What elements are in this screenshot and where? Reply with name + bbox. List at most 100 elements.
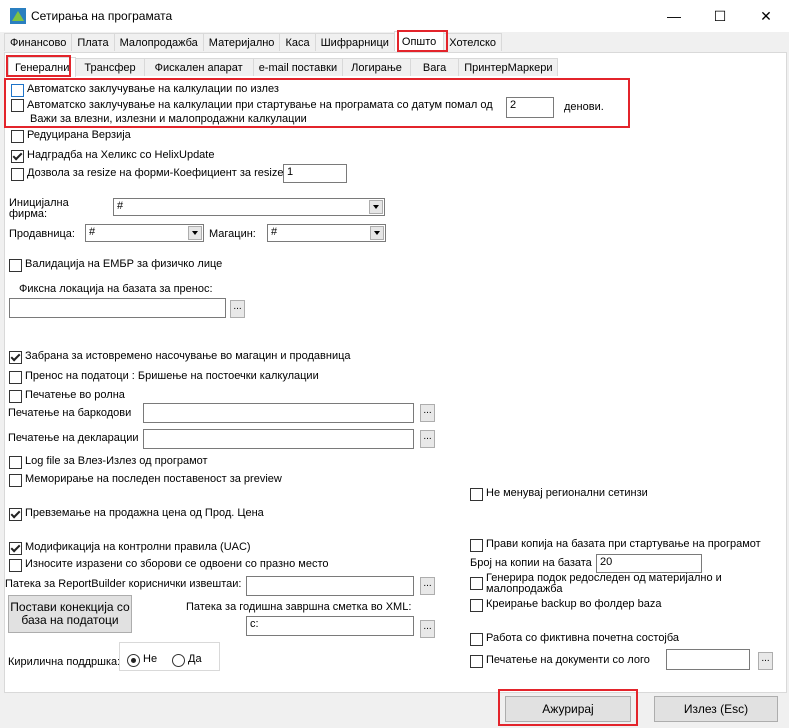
days-label: денови. bbox=[564, 101, 604, 113]
initial-company-select[interactable]: # bbox=[113, 198, 385, 216]
print-logo-input[interactable] bbox=[666, 649, 750, 670]
memorize-preview-checkbox[interactable] bbox=[9, 474, 22, 487]
tab-maloprodazba[interactable]: Малопродажба bbox=[113, 33, 204, 51]
print-logo-label: Печатење на документи со лого bbox=[486, 654, 650, 666]
tab-kasa[interactable]: Каса bbox=[279, 33, 316, 51]
warehouse-select[interactable]: # bbox=[267, 224, 386, 242]
warehouse-value: # bbox=[271, 226, 278, 238]
report-builder-input[interactable] bbox=[246, 576, 414, 596]
cyrillic-no-label: Не bbox=[143, 653, 158, 665]
subtab-logiranje[interactable]: Логирање bbox=[342, 58, 411, 76]
highlight-opsto bbox=[397, 30, 448, 52]
barcode-print-label: Печатење на баркодови bbox=[8, 407, 132, 419]
title-bar: Сетирања на програмата — ☐ ✕ bbox=[0, 0, 789, 32]
maximize-button[interactable]: ☐ bbox=[697, 0, 743, 32]
backup-folder-checkbox[interactable] bbox=[470, 599, 483, 612]
cyrillic-no-radio[interactable] bbox=[127, 654, 140, 667]
transfer-delete-checkbox[interactable] bbox=[9, 371, 22, 384]
connection-button[interactable]: Постави конекција со база на податоци bbox=[8, 595, 132, 633]
embr-label: Валидација на ЕМБР за физичко лице bbox=[25, 258, 223, 270]
minimize-icon: — bbox=[667, 8, 681, 24]
fixed-location-label: Фиксна локација на базата за пренос: bbox=[19, 283, 213, 295]
applies-note: Важи за влезни, излезни и малопродажни к… bbox=[30, 113, 307, 125]
generate-order-label: Генерира подок редоследен од материјално… bbox=[486, 572, 722, 595]
subtab-printer[interactable]: ПринтерМаркери bbox=[458, 58, 559, 76]
close-button[interactable]: ✕ bbox=[743, 0, 789, 32]
maximize-icon: ☐ bbox=[713, 7, 727, 24]
year-end-path-input[interactable]: c: bbox=[246, 616, 414, 636]
report-builder-browse-button[interactable]: ... bbox=[420, 577, 435, 595]
auto-close-label: Автоматско заклучување на калкулации по … bbox=[27, 83, 279, 95]
tab-materijalno[interactable]: Материјално bbox=[202, 33, 281, 51]
chevron-down-icon bbox=[369, 200, 383, 214]
declaration-print-browse-button[interactable]: ... bbox=[420, 430, 435, 448]
chevron-down-icon bbox=[370, 226, 384, 240]
barcode-print-browse-button[interactable]: ... bbox=[420, 404, 435, 422]
take-sale-price-label: Превземање на продажна цена од Прод. Цен… bbox=[25, 507, 264, 519]
log-file-checkbox[interactable] bbox=[9, 456, 22, 469]
print-logo-browse-button[interactable]: ... bbox=[758, 652, 773, 670]
settings-window: Сетирања на програмата — ☐ ✕ Финансово П… bbox=[0, 0, 789, 728]
year-end-path-browse-button[interactable]: ... bbox=[420, 620, 435, 638]
print-logo-checkbox[interactable] bbox=[470, 655, 483, 668]
minimize-button[interactable]: — bbox=[651, 0, 697, 32]
embr-checkbox[interactable] bbox=[9, 259, 22, 272]
declaration-print-label: Печатење на декларации bbox=[8, 432, 139, 444]
chevron-down-icon bbox=[188, 226, 202, 240]
resize-input[interactable]: 1 bbox=[283, 164, 347, 183]
fictive-state-checkbox[interactable] bbox=[470, 633, 483, 646]
generate-order-checkbox[interactable] bbox=[470, 577, 483, 590]
sub-tabs: Генерални Трансфер Фискален апарат e-mai… bbox=[8, 57, 559, 78]
db-copies-input[interactable]: 20 bbox=[596, 554, 702, 573]
barcode-print-input[interactable] bbox=[143, 403, 414, 423]
uac-checkbox[interactable] bbox=[9, 542, 22, 555]
initial-company-label: Иницијална фирма: bbox=[9, 197, 69, 220]
tab-plata[interactable]: Плата bbox=[71, 33, 115, 51]
initial-company-value: # bbox=[117, 200, 124, 212]
helix-update-label: Надградба на Хеликс со HelixUpdate bbox=[27, 149, 215, 161]
tab-sifrarnici[interactable]: Шифрарници bbox=[314, 33, 395, 51]
memorize-preview-label: Меморирање на последен поставеност за pr… bbox=[25, 473, 282, 485]
subtab-fiskalen[interactable]: Фискален апарат bbox=[143, 58, 254, 76]
subtab-transfer[interactable]: Трансфер bbox=[75, 58, 145, 76]
ban-simultaneous-label: Забрана за истовремено насочување во маг… bbox=[25, 350, 351, 362]
no-regional-checkbox[interactable] bbox=[470, 488, 483, 501]
fixed-location-browse-button[interactable]: ... bbox=[230, 300, 245, 318]
resize-checkbox[interactable] bbox=[11, 168, 24, 181]
fixed-location-input[interactable] bbox=[9, 298, 226, 318]
warehouse-label: Магацин: bbox=[209, 228, 256, 240]
backup-folder-label: Креирање backup во фолдер baza bbox=[486, 598, 662, 610]
auto-close-startup-checkbox[interactable] bbox=[11, 99, 24, 112]
exit-button[interactable]: Излез (Esc) bbox=[654, 696, 778, 722]
roll-print-label: Печатење во ролна bbox=[25, 389, 125, 401]
tab-hotelsko[interactable]: Хотелско bbox=[443, 33, 502, 51]
auto-close-days-input[interactable]: 2 bbox=[506, 97, 554, 118]
subtab-vaga[interactable]: Вага bbox=[409, 58, 460, 76]
tab-finansovo[interactable]: Финансово bbox=[4, 33, 73, 51]
subtab-email[interactable]: e-mail поставки bbox=[252, 58, 344, 76]
roll-print-checkbox[interactable] bbox=[9, 390, 22, 403]
update-button[interactable]: Ажурирај bbox=[505, 696, 631, 722]
amounts-separated-checkbox[interactable] bbox=[9, 559, 22, 572]
app-logo-icon bbox=[10, 8, 26, 24]
reduced-version-checkbox[interactable] bbox=[11, 130, 24, 143]
auto-close-checkbox[interactable] bbox=[11, 84, 24, 97]
seller-select[interactable]: # bbox=[85, 224, 204, 242]
copy-db-startup-checkbox[interactable] bbox=[470, 539, 483, 552]
reduced-version-label: Редуцирана Верзија bbox=[27, 129, 131, 141]
auto-close-startup-label: Автоматско заклучување на калкулации при… bbox=[27, 99, 493, 111]
ban-simultaneous-checkbox[interactable] bbox=[9, 351, 22, 364]
cyrillic-yes-label: Да bbox=[188, 653, 202, 665]
cyrillic-label: Кирилична поддршка: bbox=[8, 656, 121, 668]
seller-label: Продавница: bbox=[9, 228, 75, 240]
report-builder-label: Патека за ReportBuilder кориснички извеш… bbox=[5, 578, 242, 590]
no-regional-label: Не менувај регионални сетинзи bbox=[486, 487, 648, 499]
window-title: Сетирања на програмата bbox=[31, 9, 173, 23]
resize-label: Дозвола за resize на форми-Коефициент за… bbox=[27, 167, 284, 179]
cyrillic-yes-radio[interactable] bbox=[172, 654, 185, 667]
take-sale-price-checkbox[interactable] bbox=[9, 508, 22, 521]
helix-update-checkbox[interactable] bbox=[11, 150, 24, 163]
declaration-print-input[interactable] bbox=[143, 429, 414, 449]
amounts-separated-label: Износите изразени со зборови се одвоени … bbox=[25, 558, 329, 570]
db-copies-label: Број на копии на базата bbox=[470, 557, 592, 569]
